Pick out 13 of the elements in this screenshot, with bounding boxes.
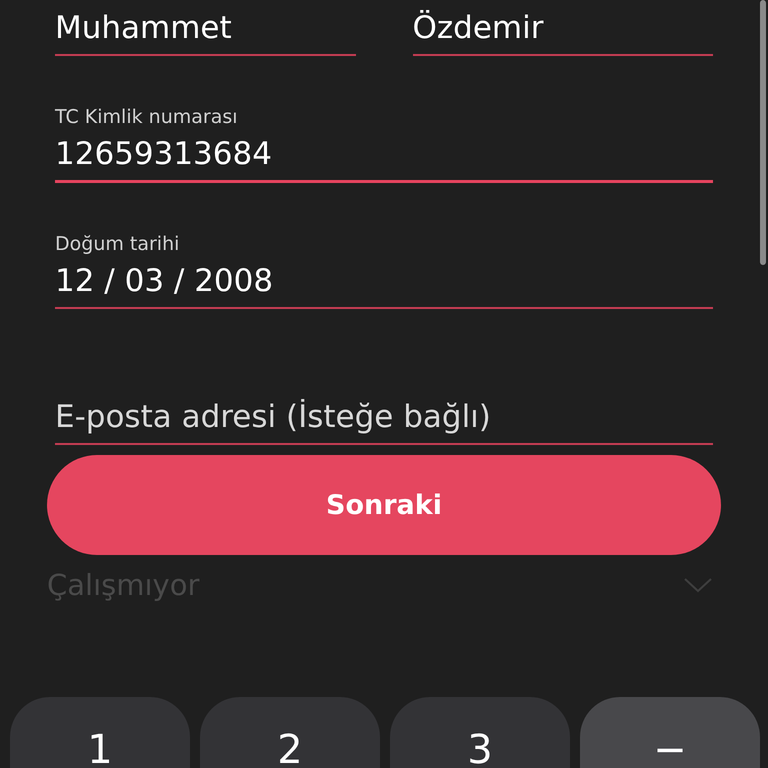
keypad-key[interactable]: − bbox=[580, 697, 760, 768]
next-button[interactable]: Sonraki bbox=[47, 455, 721, 555]
field-label: TC Kimlik numarası bbox=[55, 106, 239, 128]
keypad-key[interactable]: 3 bbox=[390, 697, 570, 768]
keypad-key[interactable]: 1 bbox=[10, 697, 190, 768]
name-field[interactable]: Muhammet bbox=[55, 10, 356, 56]
input-field[interactable]: E-posta adresi (İsteğe bağlı) bbox=[55, 399, 713, 445]
input-field[interactable]: 12659313684 bbox=[55, 136, 713, 183]
input-field[interactable]: 12 / 03 / 2008 bbox=[55, 263, 713, 309]
keypad-key[interactable]: 2 bbox=[200, 697, 380, 768]
chevron-down-icon bbox=[683, 577, 713, 593]
field-label: Doğum tarihi bbox=[55, 233, 180, 255]
name-field[interactable]: Özdemir bbox=[412, 10, 713, 56]
